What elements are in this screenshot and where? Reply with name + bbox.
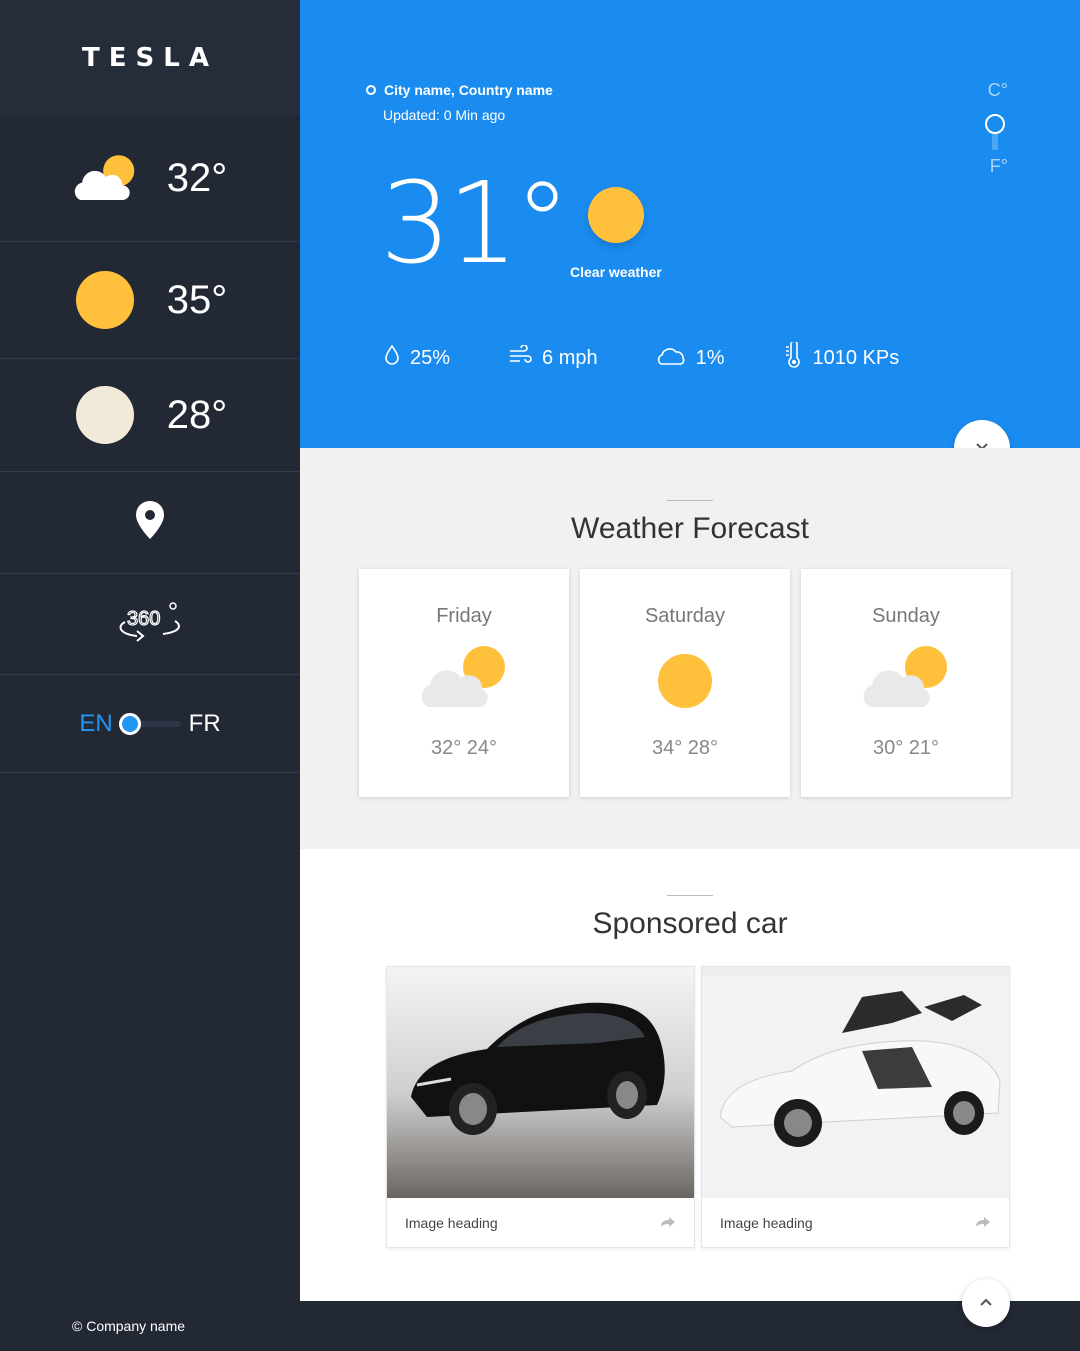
thermometer-icon — [783, 340, 813, 374]
language-switcher[interactable]: EN FR — [0, 675, 300, 773]
clouds-stat: 1% — [656, 344, 725, 372]
car-image-black[interactable] — [387, 967, 694, 1198]
location: City name, Country name — [366, 82, 553, 98]
sidebar: TESLA 32° 35° 28° 360 EN FR — [0, 0, 300, 1301]
unit-fahrenheit[interactable]: F° — [990, 156, 1008, 177]
location-text: City name, Country name — [384, 82, 553, 98]
forecast-cards: Friday 32° 24° Saturday 34° 28° Sunday 3… — [359, 569, 1022, 797]
sun-icon — [588, 187, 644, 243]
map-pin-icon[interactable] — [135, 500, 165, 545]
sidebar-item-location[interactable] — [0, 472, 300, 574]
footer: © Company name — [0, 1301, 1080, 1351]
moon-icon — [73, 385, 137, 445]
forecast-day: Friday — [436, 605, 492, 627]
forecast-card[interactable]: Saturday 34° 28° — [580, 569, 790, 797]
unit-toggle-track[interactable] — [992, 134, 998, 150]
lang-fr-option[interactable]: FR — [189, 710, 221, 738]
unit-celsius[interactable]: C° — [988, 80, 1008, 101]
svg-text:360: 360 — [127, 608, 160, 630]
pressure-value: 1010 KPs — [812, 346, 900, 369]
unit-toggle-knob[interactable] — [985, 114, 1005, 134]
360-view-icon[interactable]: 360 — [117, 600, 183, 649]
car-card-footer: Image heading — [702, 1198, 1009, 1248]
sidebar-item-temp-1[interactable]: 32° — [0, 116, 300, 242]
droplet-icon — [384, 344, 410, 371]
cloud-sun-icon — [73, 149, 137, 209]
humidity-value: 25% — [410, 346, 451, 369]
condition-text: Clear weather — [570, 264, 662, 280]
forecast-title: Weather Forecast — [571, 512, 809, 545]
forecast-card[interactable]: Friday 32° 24° — [359, 569, 569, 797]
location-dot-icon — [366, 85, 376, 95]
chevron-up-icon — [979, 1294, 993, 1312]
current-weather-panel: City name, Country name Updated: 0 Min a… — [300, 0, 1080, 448]
current-temperature: 31° — [380, 159, 571, 289]
forecast-temps: 30° 21° — [872, 737, 940, 759]
divider — [667, 895, 713, 896]
sidebar-item-360[interactable]: 360 — [0, 574, 300, 675]
share-icon[interactable] — [660, 1215, 676, 1231]
sponsored-section: Sponsored car Image heading Image headin… — [300, 849, 1080, 1301]
copyright-text: © Company name — [72, 1318, 186, 1334]
car-heading[interactable]: Image heading — [405, 1215, 498, 1231]
weather-stats: 25% 6 mph 1% 1010 KPs — [384, 340, 957, 374]
car-heading[interactable]: Image heading — [720, 1215, 813, 1231]
wind-value: 6 mph — [542, 346, 598, 369]
logo-area[interactable]: TESLA — [0, 0, 300, 116]
scroll-top-button[interactable] — [962, 1279, 1010, 1327]
share-icon[interactable] — [975, 1215, 991, 1231]
pressure-stat: 1010 KPs — [783, 340, 900, 374]
forecast-temps: 32° 24° — [430, 737, 498, 759]
sidebar-temp-value: 32° — [166, 156, 228, 200]
tesla-logo[interactable]: TESLA — [82, 43, 218, 73]
car-card[interactable]: Image heading — [701, 966, 1010, 1248]
cloud-icon — [656, 344, 696, 372]
sun-icon — [580, 645, 790, 715]
sidebar-item-temp-3[interactable]: 28° — [0, 359, 300, 472]
forecast-section: Weather Forecast Friday 32° 24° Saturday… — [300, 448, 1080, 849]
car-card-footer: Image heading — [387, 1198, 694, 1248]
wind-icon — [508, 344, 542, 371]
cloud-sun-icon — [801, 645, 1011, 715]
updated-text: Updated: 0 Min ago — [383, 107, 506, 123]
cloud-sun-icon — [359, 645, 569, 715]
wind-stat: 6 mph — [508, 344, 598, 371]
car-image-white[interactable] — [702, 967, 1009, 1198]
sun-icon — [73, 270, 137, 330]
clouds-value: 1% — [695, 346, 725, 369]
toggle-knob[interactable] — [118, 712, 141, 735]
car-card[interactable]: Image heading — [386, 966, 695, 1248]
language-toggle[interactable] — [118, 712, 181, 735]
sidebar-temp-value: 35° — [166, 277, 228, 322]
divider — [667, 500, 713, 501]
sponsored-cards: Image heading Image heading — [386, 966, 1016, 1248]
lang-en-option[interactable]: EN — [79, 710, 112, 738]
forecast-day: Saturday — [644, 605, 726, 627]
sidebar-item-temp-2[interactable]: 35° — [0, 242, 300, 359]
forecast-card[interactable]: Sunday 30° 21° — [801, 569, 1011, 797]
forecast-temps: 34° 28° — [651, 737, 719, 759]
humidity-stat: 25% — [384, 344, 451, 371]
sponsored-title: Sponsored car — [592, 907, 788, 940]
sidebar-temp-value: 28° — [166, 392, 228, 437]
forecast-day: Sunday — [872, 605, 940, 627]
